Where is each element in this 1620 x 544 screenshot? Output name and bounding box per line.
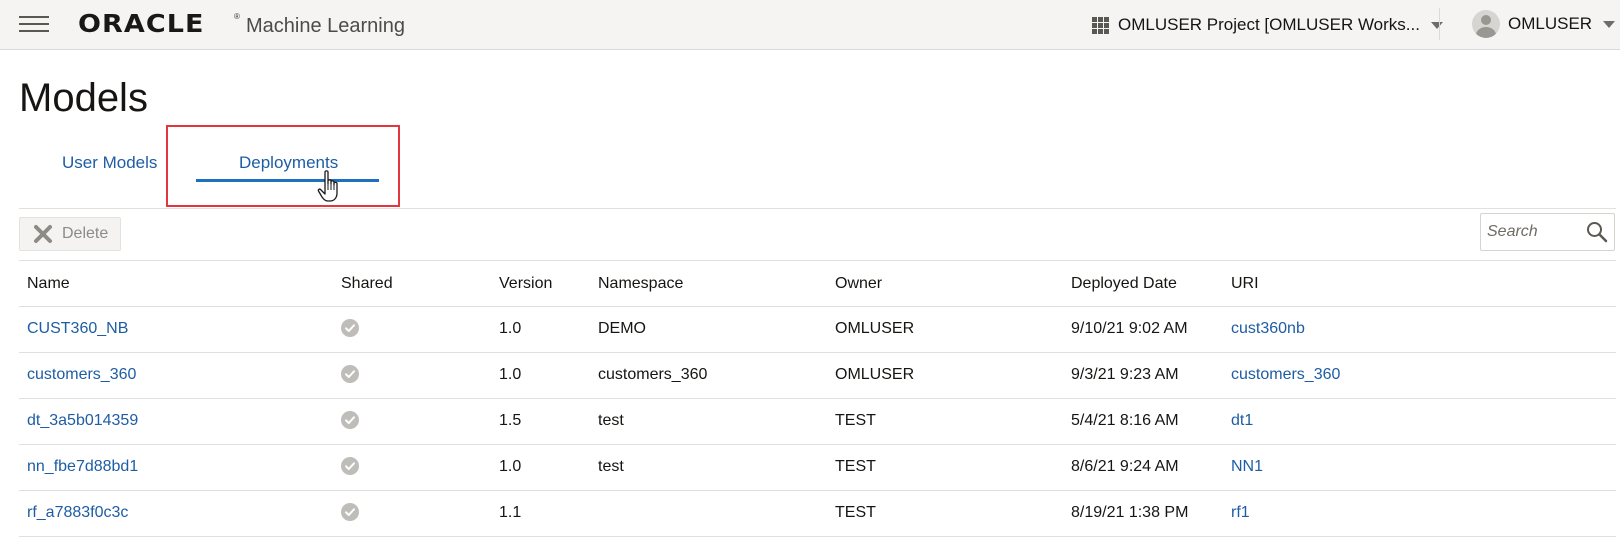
- column-header-deployed-date[interactable]: Deployed Date: [1063, 262, 1223, 307]
- cell-namespace: DEMO: [590, 306, 827, 353]
- uri-link[interactable]: dt1: [1231, 412, 1253, 429]
- uri-link[interactable]: NN1: [1231, 458, 1263, 475]
- table-header-row: Name Shared Version Namespace Owner Depl…: [19, 262, 1616, 307]
- model-name-link[interactable]: nn_fbe7d88bd1: [27, 458, 138, 475]
- registered-mark: ®: [234, 12, 240, 21]
- cell-namespace: test: [590, 444, 827, 491]
- shared-check-icon: [341, 502, 359, 521]
- column-header-name[interactable]: Name: [19, 262, 333, 307]
- cell-name: rf_a7883f0c3c: [19, 490, 333, 537]
- cell-version: 1.0: [491, 444, 590, 491]
- model-name-link[interactable]: customers_360: [27, 366, 136, 383]
- cell-shared: [333, 352, 491, 399]
- hand-cursor-icon: [317, 170, 338, 202]
- page-title: Models: [19, 76, 148, 120]
- search-box: [1480, 213, 1615, 251]
- delete-button[interactable]: Delete: [19, 217, 121, 251]
- oracle-logo: ORACLE: [78, 9, 205, 38]
- model-name-link[interactable]: CUST360_NB: [27, 320, 128, 337]
- deployments-table: Name Shared Version Namespace Owner Depl…: [19, 262, 1616, 537]
- cell-deployed-date: 8/6/21 9:24 AM: [1063, 444, 1223, 491]
- user-menu[interactable]: OMLUSER: [1472, 8, 1616, 40]
- cell-owner: OMLUSER: [827, 306, 1063, 353]
- cell-deployed-date: 9/10/21 9:02 AM: [1063, 306, 1223, 353]
- chevron-down-icon: [1603, 20, 1616, 28]
- cell-uri: cust360nb: [1223, 306, 1616, 353]
- highlight-box: [166, 125, 400, 207]
- cell-deployed-date: 9/3/21 9:23 AM: [1063, 352, 1223, 399]
- column-header-version[interactable]: Version: [491, 262, 590, 307]
- project-label: OMLUSER Project [OMLUSER Works...: [1118, 15, 1420, 34]
- search-input[interactable]: [1487, 220, 1577, 244]
- cell-deployed-date: 8/19/21 1:38 PM: [1063, 490, 1223, 537]
- cell-name: nn_fbe7d88bd1: [19, 444, 333, 491]
- cell-owner: TEST: [827, 444, 1063, 491]
- cell-owner: TEST: [827, 398, 1063, 445]
- model-name-link[interactable]: rf_a7883f0c3c: [27, 504, 128, 521]
- model-name-link[interactable]: dt_3a5b014359: [27, 412, 138, 429]
- column-header-namespace[interactable]: Namespace: [590, 262, 827, 307]
- cell-owner: OMLUSER: [827, 352, 1063, 399]
- tab-user-models[interactable]: User Models: [62, 153, 157, 173]
- shared-check-icon: [341, 364, 359, 383]
- cell-version: 1.0: [491, 352, 590, 399]
- chevron-down-icon: [1430, 21, 1443, 29]
- table-row[interactable]: CUST360_NB 1.0 DEMO OMLUSER 9/10/21 9:02 AM c…: [19, 306, 1616, 353]
- cell-shared: [333, 398, 491, 445]
- table-row[interactable]: customers_360 1.0 customers_360 OMLUSER 9/3/…: [19, 352, 1616, 399]
- cell-name: dt_3a5b014359: [19, 398, 333, 445]
- cell-namespace: customers_360: [590, 352, 827, 399]
- shared-check-icon: [341, 456, 359, 475]
- shared-check-icon: [341, 318, 359, 337]
- column-header-uri[interactable]: URI: [1223, 262, 1616, 307]
- cell-uri: customers_360: [1223, 352, 1616, 399]
- cell-name: customers_360: [19, 352, 333, 399]
- hamburger-menu-icon[interactable]: [19, 14, 49, 34]
- cell-uri: rf1: [1223, 490, 1616, 537]
- table-row[interactable]: nn_fbe7d88bd1 1.0 test TEST 8/6/21 9:24 AM NN…: [19, 444, 1616, 491]
- search-icon[interactable]: [1586, 221, 1608, 243]
- close-icon: [34, 225, 52, 243]
- divider: [19, 260, 1616, 261]
- cell-owner: TEST: [827, 490, 1063, 537]
- uri-link[interactable]: rf1: [1231, 504, 1250, 521]
- project-selector[interactable]: OMLUSER Project [OMLUSER Works...: [1092, 12, 1443, 38]
- cell-version: 1.1: [491, 490, 590, 537]
- user-label: OMLUSER: [1508, 14, 1593, 33]
- divider: [19, 208, 1616, 209]
- uri-link[interactable]: cust360nb: [1231, 320, 1305, 337]
- cell-namespace: [590, 490, 827, 537]
- header-divider: [1439, 8, 1440, 40]
- uri-link[interactable]: customers_360: [1231, 366, 1340, 383]
- product-name: Machine Learning: [246, 15, 405, 37]
- cell-shared: [333, 490, 491, 537]
- grid-icon: [1092, 16, 1109, 34]
- table-row[interactable]: dt_3a5b014359 1.5 test TEST 5/4/21 8:16 AM dt…: [19, 398, 1616, 445]
- cell-version: 1.0: [491, 306, 590, 353]
- cell-name: CUST360_NB: [19, 306, 333, 353]
- column-header-owner[interactable]: Owner: [827, 262, 1063, 307]
- delete-button-label: Delete: [62, 225, 109, 242]
- cell-shared: [333, 444, 491, 491]
- avatar-icon: [1472, 10, 1500, 38]
- column-header-shared[interactable]: Shared: [333, 262, 491, 307]
- top-bar: ORACLE ® Machine Learning OMLUSER Projec…: [0, 0, 1620, 50]
- cell-deployed-date: 5/4/21 8:16 AM: [1063, 398, 1223, 445]
- shared-check-icon: [341, 410, 359, 429]
- cell-uri: dt1: [1223, 398, 1616, 445]
- cell-uri: NN1: [1223, 444, 1616, 491]
- cell-version: 1.5: [491, 398, 590, 445]
- table-row[interactable]: rf_a7883f0c3c 1.1 TEST 8/19/21 1:38 PM rf1: [19, 490, 1616, 537]
- cell-namespace: test: [590, 398, 827, 445]
- cell-shared: [333, 306, 491, 353]
